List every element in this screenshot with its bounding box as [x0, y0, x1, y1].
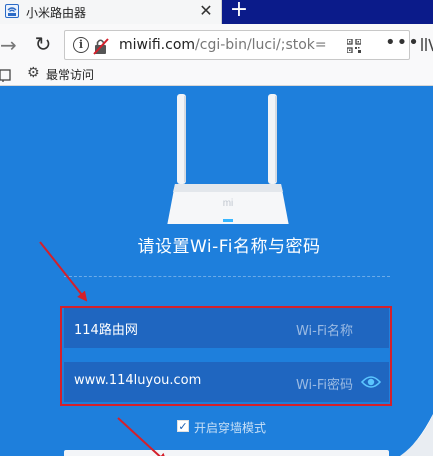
wall-mode-label[interactable]: 开启穿墙模式 — [194, 419, 266, 436]
router-setup-page: mi 请设置Wi-Fi名称与密码 114路由网 Wi-Fi名称 www.114l… — [0, 86, 433, 456]
bookmarks-menu-icon[interactable] — [0, 67, 12, 82]
url-host: miwifi.com — [119, 37, 196, 53]
insecure-lock-icon[interactable] — [93, 37, 109, 55]
tab-xiaomi-router[interactable]: 小米路由器 ✕ — [0, 0, 222, 24]
bookmark-most-visited[interactable]: 最常访问 — [46, 66, 94, 83]
reload-button[interactable]: ↻ — [32, 32, 54, 56]
qr-code-icon[interactable] — [346, 38, 362, 54]
library-icon[interactable] — [420, 36, 433, 52]
bookmarks-toolbar: ⚙ 最常访问 — [0, 62, 433, 86]
url-text[interactable]: miwifi.com/cgi-bin/luci/;stok= — [119, 37, 329, 53]
page-curl-decoration — [400, 414, 433, 456]
navigation-bar: → ↻ i miwifi.com/cgi-bin/luci/;stok= ••• — [0, 24, 433, 66]
router-logo-text: mi — [223, 198, 234, 209]
more-actions-icon[interactable]: ••• — [385, 32, 420, 53]
address-bar[interactable]: i miwifi.com/cgi-bin/luci/;stok= ••• — [64, 30, 419, 60]
forward-button[interactable]: → — [0, 34, 18, 56]
tab-title: 小米路由器 — [26, 6, 87, 20]
gear-icon: ⚙ — [27, 65, 40, 81]
router-image: mi — [163, 92, 293, 226]
next-button[interactable] — [64, 450, 389, 456]
wall-mode-checkbox[interactable]: ✓ — [177, 420, 189, 432]
router-favicon-icon — [5, 4, 19, 18]
close-tab-icon[interactable]: ✕ — [196, 1, 216, 21]
tab-strip: 小米路由器 ✕ + — [0, 0, 433, 24]
section-divider — [64, 276, 390, 277]
info-icon[interactable]: i — [73, 37, 89, 53]
new-tab-button[interactable]: + — [228, 0, 250, 22]
annotation-highlight-box — [60, 306, 392, 406]
page-title: 请设置Wi-Fi名称与密码 — [137, 237, 321, 257]
url-path: /cgi-bin/luci/;stok= — [195, 37, 327, 53]
